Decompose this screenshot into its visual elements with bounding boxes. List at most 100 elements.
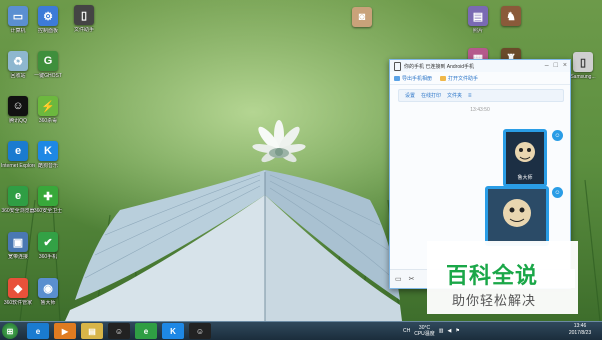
- browser-taskbar-button[interactable]: e: [135, 323, 157, 339]
- desktop-icon-label: 360安全浏览器: [1, 208, 35, 214]
- chat-titlebar[interactable]: 你的手机 已连接到 Android手机 – □ ×: [390, 60, 570, 72]
- export-album-button[interactable]: 导出手机相册: [394, 75, 432, 82]
- phone-assistant-desktop-icon[interactable]: ✔ 360手机: [31, 232, 65, 260]
- folder-icon[interactable]: ▭: [395, 275, 402, 283]
- explorer-taskbar-button[interactable]: ▤: [81, 323, 103, 339]
- export-album-icon: [394, 75, 400, 81]
- shield-icon: ✔: [38, 232, 58, 252]
- ie-desktop-icon[interactable]: e Internet Explorer: [1, 141, 35, 169]
- desktop-icon-label: 360安全卫士: [33, 208, 63, 214]
- menu-icon[interactable]: ≡: [468, 93, 472, 99]
- desktop-icon-label: 照片: [472, 28, 483, 34]
- notice-bar: 设置 在线打印 文件夹 ≡: [398, 89, 564, 102]
- language-indicator[interactable]: CH: [403, 328, 410, 334]
- broadband-desktop-icon[interactable]: ▣ 宽带连接: [1, 232, 35, 260]
- clock-time: 13:46: [573, 323, 587, 329]
- software-manager-icon: ◆: [8, 278, 28, 298]
- image-message-1[interactable]: 鲁大师: [503, 129, 547, 187]
- desktop-icon-label: 宽带连接: [7, 254, 28, 260]
- desktop-icon-label: 酷狗音乐: [37, 163, 58, 169]
- flag-icon[interactable]: ⚑: [455, 328, 459, 334]
- photo-desktop-icon[interactable]: ▤ 照片: [461, 6, 495, 34]
- notice-link-print[interactable]: 在线打印: [421, 92, 441, 99]
- taskbar: ⊞ e ▶ ▤ ☺ e K ☺ CH 30°C CPU温度 ▥ ◀ ⚑ 13:4…: [0, 321, 602, 340]
- file-assistant-button[interactable]: 打开文件助手: [440, 75, 478, 82]
- system-tray: CH 30°C CPU温度 ▥ ◀ ⚑: [403, 322, 460, 340]
- browser-desktop-icon[interactable]: e 360安全浏览器: [1, 186, 35, 214]
- game-desktop-icon[interactable]: ♞: [494, 6, 528, 26]
- ghost-desktop-icon[interactable]: G 一键GHOST: [31, 51, 65, 79]
- broadband-icon: ▣: [8, 232, 28, 252]
- avatar[interactable]: ☺: [552, 187, 563, 198]
- media-taskbar-button[interactable]: ▶: [54, 323, 76, 339]
- photo-icon: ▤: [468, 6, 488, 26]
- image-message-2[interactable]: [485, 186, 549, 246]
- maximize-icon[interactable]: □: [554, 62, 558, 69]
- image-caption: 鲁大师: [517, 175, 533, 181]
- security-desktop-icon[interactable]: ✚ 360安全卫士: [31, 186, 65, 214]
- antivirus-desktop-icon[interactable]: ⚡ 360杀毒: [31, 96, 65, 124]
- cpu-temp-label: CPU温度: [414, 331, 435, 337]
- qq2-taskbar-button[interactable]: ☺: [189, 323, 211, 339]
- ludashi-icon: ◉: [38, 278, 58, 298]
- watermark-subtitle: 助你轻松解决: [452, 293, 537, 308]
- desktop-icon-label: Samsung...: [570, 74, 596, 80]
- security-icon: ✚: [38, 186, 58, 206]
- ludashi-image: [488, 189, 546, 243]
- chat-title: 你的手机 已连接到 Android手机: [404, 63, 475, 70]
- scissors-icon[interactable]: ✂: [409, 275, 415, 283]
- ludashi-desktop-icon[interactable]: ◉ 鲁大师: [31, 278, 65, 306]
- ie-icon: e: [8, 141, 28, 161]
- kugou-icon: K: [38, 141, 58, 161]
- ludashi-image: [515, 142, 535, 162]
- volume-icon[interactable]: ◀: [448, 328, 452, 334]
- tool-icon: ▯: [74, 5, 94, 25]
- phone-icon: [394, 61, 401, 71]
- desktop-icon-label: 控制面板: [37, 28, 58, 34]
- desktop-icon-label: 鲁大师: [40, 300, 56, 306]
- computer-desktop-icon[interactable]: ▭ 计算机: [1, 6, 35, 34]
- desktop-icon-label: 文件助手: [73, 27, 94, 33]
- cpu-temp[interactable]: 30°C CPU温度: [414, 325, 435, 337]
- phone-icon: ▯: [573, 52, 593, 72]
- close-icon[interactable]: ×: [563, 62, 567, 69]
- qq-desktop-icon[interactable]: ☺ 腾讯QQ: [1, 96, 35, 124]
- software-manager-desktop-icon[interactable]: ◆ 360软件管家: [1, 278, 35, 306]
- camera-icon: ◙: [352, 7, 372, 27]
- qq-taskbar-button[interactable]: ☺: [108, 323, 130, 339]
- export-album-label: 导出手机相册: [402, 75, 433, 82]
- file-assistant-label: 打开文件助手: [448, 75, 479, 82]
- browser-icon: e: [8, 186, 28, 206]
- camera-desktop-icon[interactable]: ◙: [345, 7, 379, 27]
- desktop-icon-label: 腾讯QQ: [9, 118, 27, 124]
- file-assistant-icon: [440, 75, 447, 81]
- recycle-bin-icon: ♻: [8, 51, 28, 71]
- avatar[interactable]: ☺: [552, 130, 563, 141]
- desktop-icon-label: 一键GHOST: [34, 73, 62, 79]
- antivirus-icon: ⚡: [38, 96, 58, 116]
- desktop-icon-label: 回收站: [10, 73, 26, 79]
- ie-taskbar-button[interactable]: e: [27, 323, 49, 339]
- start-button[interactable]: ⊞: [2, 323, 18, 339]
- desktop-icon-label: Internet Explorer: [1, 163, 35, 169]
- desktop-icon-label: 360杀毒: [38, 118, 58, 124]
- kugou-taskbar-button[interactable]: K: [162, 323, 184, 339]
- message-timestamp: 13:43:50: [470, 107, 490, 113]
- control-panel-desktop-icon[interactable]: ⚙ 控制面板: [31, 6, 65, 34]
- computer-icon: ▭: [8, 6, 28, 26]
- qq-icon: ☺: [8, 96, 28, 116]
- notice-link-settings[interactable]: 设置: [405, 92, 415, 99]
- chat-toolbar: 导出手机相册 打开文件助手: [390, 72, 570, 85]
- desktop-icon-label: 360手机: [38, 254, 58, 260]
- desktop-icon-label: 计算机: [10, 28, 26, 34]
- kugou-desktop-icon[interactable]: K 酷狗音乐: [31, 141, 65, 169]
- ghost-icon: G: [38, 51, 58, 71]
- phone-desktop-icon[interactable]: ▯ Samsung...: [566, 52, 600, 80]
- desktop-icon-label: 360软件管家: [3, 300, 33, 306]
- minimize-icon[interactable]: –: [545, 62, 549, 69]
- clock[interactable]: 13:46 2017/8/23: [561, 323, 599, 337]
- recycle-bin-desktop-icon[interactable]: ♻ 回收站: [1, 51, 35, 79]
- network-icon[interactable]: ▥: [439, 328, 444, 334]
- tool-desktop-icon[interactable]: ▯ 文件助手: [67, 5, 101, 33]
- notice-link-folder[interactable]: 文件夹: [447, 92, 462, 99]
